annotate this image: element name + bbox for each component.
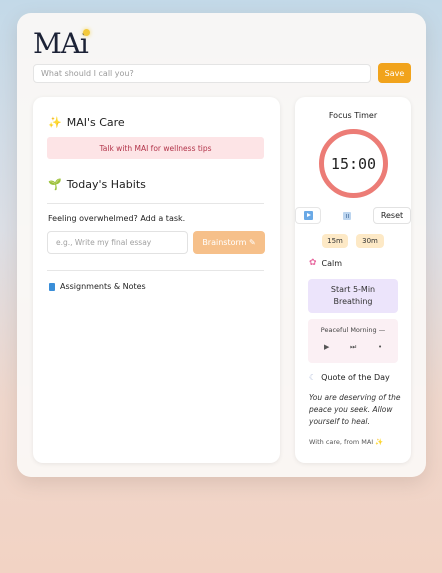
habits-title: Today's Habits: [66, 178, 146, 191]
focus-title: Focus Timer: [328, 111, 378, 120]
assignments-link[interactable]: Assignments & Notes: [49, 282, 146, 291]
play-icon: [303, 211, 313, 220]
mai-logo: MAi: [33, 27, 90, 60]
calm-title: Calm: [321, 258, 343, 268]
quote-title: Quote of the Day: [321, 373, 390, 382]
app-panel: MAi Save ✨ MAI's Care Talk with MAI for …: [17, 13, 426, 477]
timer-ring: 15:00: [319, 129, 388, 198]
assignments-label: Assignments & Notes: [60, 282, 146, 291]
preset-30m[interactable]: 30m: [356, 234, 384, 248]
menu-dot-icon[interactable]: •: [378, 343, 382, 351]
care-title: MAI's Care: [66, 116, 125, 129]
care-heading: ✨ MAI's Care: [48, 116, 125, 129]
preset-15m[interactable]: 15m: [322, 234, 348, 248]
pause-icon: [343, 211, 351, 220]
care-banner[interactable]: Talk with MAI for wellness tips: [47, 137, 264, 159]
name-input[interactable]: [33, 64, 371, 83]
start-timer-button[interactable]: [295, 207, 321, 224]
timer-display: 15:00: [330, 154, 377, 173]
track-title: Peaceful Morning —: [320, 326, 386, 334]
task-prompt: Feeling overwhelmed? Add a task.: [48, 214, 186, 223]
divider: [47, 203, 264, 204]
music-player: Peaceful Morning — ▶ ⏭ •: [308, 319, 398, 363]
sparkles-icon: ✨: [48, 116, 62, 129]
logo-dot-icon: [82, 29, 90, 36]
reset-button[interactable]: Reset: [373, 207, 411, 224]
brainstorm-button[interactable]: Brainstorm ✎: [193, 231, 265, 254]
habits-heading: 🌱 Today's Habits: [48, 178, 146, 191]
skip-icon[interactable]: ⏭: [350, 343, 356, 352]
save-button[interactable]: Save: [378, 63, 411, 83]
pause-timer-button[interactable]: [334, 207, 360, 224]
left-card: ✨ MAI's Care Talk with MAI for wellness …: [33, 97, 280, 463]
logo-text: MAi: [33, 27, 89, 60]
task-input[interactable]: [47, 231, 188, 254]
breathing-button[interactable]: Start 5-Min Breathing: [308, 279, 398, 313]
quote-text: You are deserving of the peace you seek.…: [309, 393, 401, 426]
calm-heading: ✿ Calm: [309, 258, 342, 268]
divider: [47, 270, 264, 271]
signoff: With care, from MAI ✨: [309, 438, 384, 446]
seedling-icon: 🌱: [48, 178, 62, 191]
flower-icon: ✿: [309, 258, 317, 268]
moon-icon: ☾: [309, 373, 317, 382]
right-card: Focus Timer 15:00 Reset 15m 30m ✿ Calm S…: [295, 97, 411, 463]
quote-heading: ☾ Quote of the Day: [309, 373, 390, 382]
play-icon[interactable]: ▶: [324, 343, 329, 351]
book-icon: [49, 282, 55, 291]
